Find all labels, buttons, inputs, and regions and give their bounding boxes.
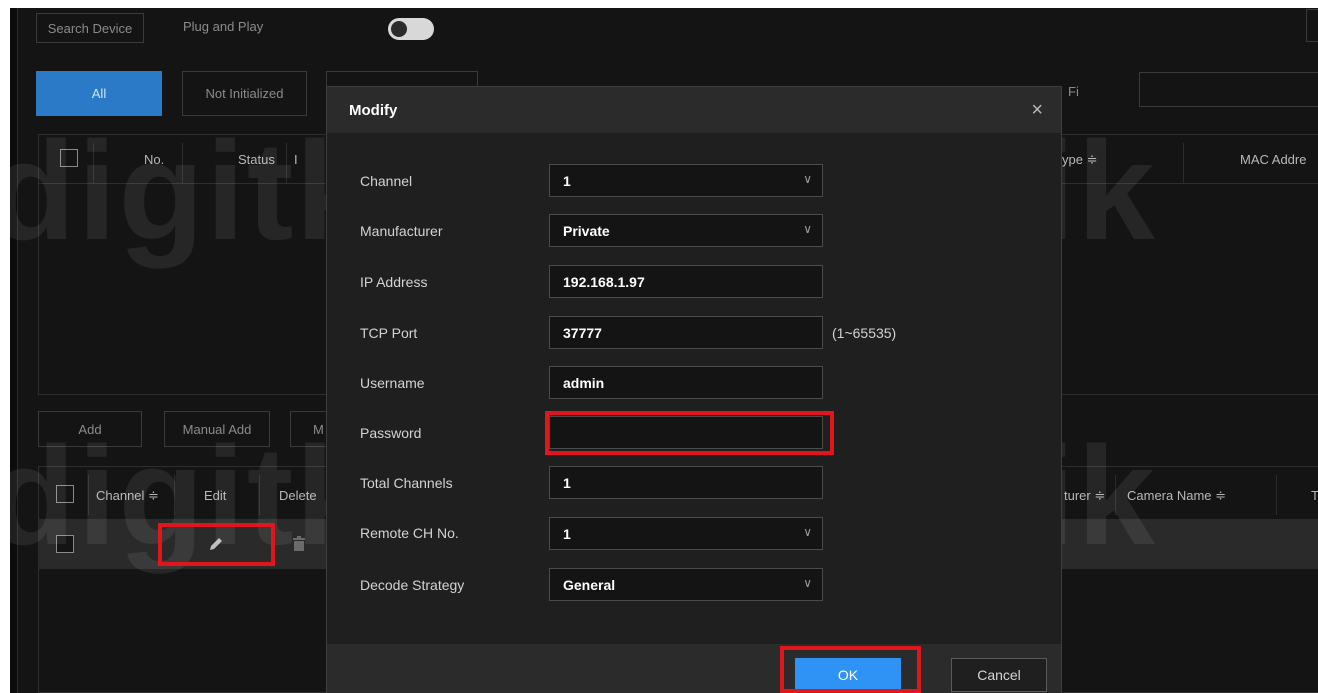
header-status: Status <box>238 152 275 167</box>
column-separator <box>93 143 94 183</box>
username-value: admin <box>563 374 605 391</box>
trash-icon[interactable] <box>292 536 306 552</box>
column-separator <box>259 475 260 515</box>
column-separator <box>286 143 287 183</box>
manufacturer-select[interactable]: Private ∨ <box>549 214 823 247</box>
modify-dialog: Modify × Channel 1 ∨ Manufacturer Private… <box>326 86 1062 693</box>
more-label: M <box>313 421 324 437</box>
chevron-down-icon: ∨ <box>803 172 812 186</box>
password-field[interactable] <box>549 416 823 449</box>
channel-label: Channel <box>360 173 413 189</box>
total-channels-value: 1 <box>563 474 571 491</box>
select-all-added-checkbox[interactable] <box>56 485 74 503</box>
ip-address-field[interactable]: 192.168.1.97 <box>549 265 823 298</box>
manufacturer-label: Manufacturer <box>360 223 443 239</box>
search-device-label: Search Device <box>47 20 133 36</box>
ip-address-value: 192.168.1.97 <box>563 273 645 290</box>
dialog-header: Modify × <box>327 87 1061 133</box>
header-ip: I <box>294 152 298 167</box>
decode-strategy-label: Decode Strategy <box>360 577 465 593</box>
tcp-port-range-hint: (1~65535) <box>832 325 897 341</box>
tcp-port-value: 37777 <box>563 324 602 341</box>
channel-value: 1 <box>563 172 571 189</box>
total-channels-label: Total Channels <box>360 475 453 491</box>
close-icon[interactable]: × <box>1031 99 1043 122</box>
left-edge <box>10 8 18 693</box>
header-mac: MAC Addre <box>1240 152 1307 167</box>
ok-button[interactable]: OK <box>795 658 901 692</box>
decode-strategy-select[interactable]: General ∨ <box>549 568 823 601</box>
filter-label: Fi <box>1068 84 1079 99</box>
header-no: No. <box>144 152 165 167</box>
tab-all[interactable]: All <box>36 71 162 116</box>
ok-label: OK <box>837 667 859 683</box>
row-checkbox[interactable] <box>56 535 74 553</box>
filter-input[interactable] <box>1139 72 1318 107</box>
cancel-label: Cancel <box>977 667 1021 683</box>
pencil-icon[interactable] <box>207 535 225 553</box>
dialog-title: Modify <box>349 102 398 119</box>
header-channel: Channel ≑ <box>96 488 159 503</box>
header-type: ype ≑ <box>1062 152 1098 167</box>
username-label: Username <box>360 375 425 391</box>
plug-and-play-toggle[interactable] <box>388 18 434 40</box>
column-separator <box>1183 143 1184 183</box>
tcp-port-label: TCP Port <box>360 325 418 341</box>
search-device-button[interactable]: Search Device <box>36 13 144 43</box>
username-field[interactable]: admin <box>549 366 823 399</box>
manual-add-label: Manual Add <box>182 421 252 437</box>
top-right-control[interactable] <box>1306 9 1318 42</box>
header-camera-name: Camera Name ≑ <box>1127 488 1227 503</box>
header-manufacturer: turer ≑ <box>1064 488 1106 503</box>
tcp-port-field[interactable]: 37777 <box>549 316 823 349</box>
column-separator <box>174 475 175 515</box>
remote-ch-no-label: Remote CH No. <box>360 525 459 541</box>
manual-add-button[interactable]: Manual Add <box>164 411 270 447</box>
select-all-checkbox[interactable] <box>60 149 78 167</box>
total-channels-field[interactable]: 1 <box>549 466 823 499</box>
column-separator <box>182 143 183 183</box>
add-label: Add <box>78 421 102 437</box>
header-t: T <box>1311 488 1318 503</box>
chevron-down-icon: ∨ <box>803 525 812 539</box>
channel-select[interactable]: 1 ∨ <box>549 164 823 197</box>
tab-not-initialized[interactable]: Not Initialized <box>182 71 307 116</box>
tab-all-label: All <box>91 86 107 101</box>
toggle-knob <box>391 21 407 37</box>
remote-ch-no-value: 1 <box>563 525 571 542</box>
password-label: Password <box>360 425 422 441</box>
chevron-down-icon: ∨ <box>803 222 812 236</box>
column-separator <box>88 475 89 515</box>
column-separator <box>1276 475 1277 515</box>
cancel-button[interactable]: Cancel <box>951 658 1047 692</box>
remote-ch-no-select[interactable]: 1 ∨ <box>549 517 823 550</box>
column-separator <box>1115 475 1116 515</box>
more-button[interactable]: M <box>290 411 330 447</box>
add-button[interactable]: Add <box>38 411 142 447</box>
tab-not-initialized-label: Not Initialized <box>205 86 284 101</box>
header-delete: Delete <box>279 488 317 503</box>
manufacturer-value: Private <box>563 222 610 239</box>
ip-address-label: IP Address <box>360 274 428 290</box>
chevron-down-icon: ∨ <box>803 576 812 590</box>
plug-and-play-label: Plug and Play <box>183 19 264 34</box>
header-edit: Edit <box>204 488 227 503</box>
decode-strategy-value: General <box>563 576 616 593</box>
